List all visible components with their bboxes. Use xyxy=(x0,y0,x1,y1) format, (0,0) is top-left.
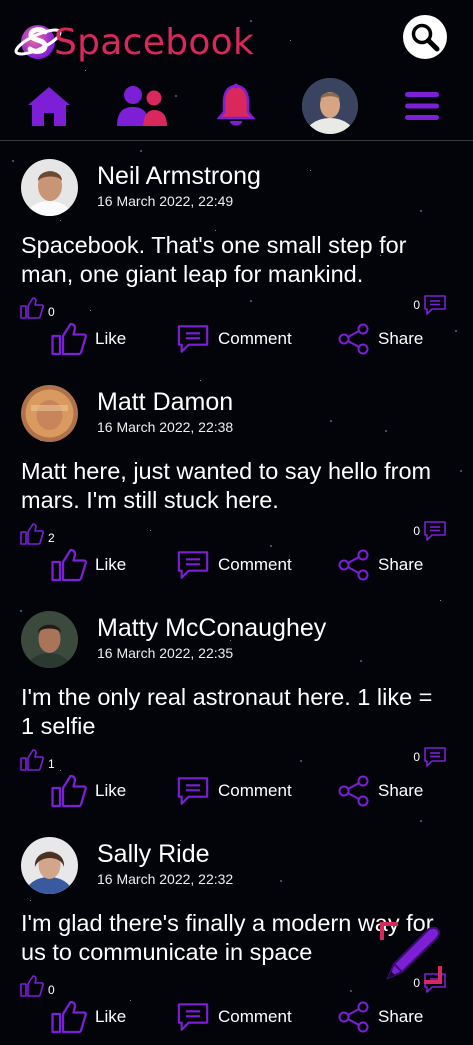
author-name[interactable]: Matty McConaughey xyxy=(97,614,326,643)
post-timestamp: 16 March 2022, 22:49 xyxy=(97,193,234,209)
comment-label: Comment xyxy=(218,1007,292,1026)
nav-profile[interactable] xyxy=(301,78,359,134)
search-button[interactable] xyxy=(403,15,447,59)
comment-small-icon xyxy=(424,295,446,315)
thumbs-up-small-icon xyxy=(20,523,44,545)
brand-name: Spacebook xyxy=(54,22,255,63)
bell-icon xyxy=(217,83,255,126)
like-count-value: 2 xyxy=(48,531,55,545)
author-name[interactable]: Matt Damon xyxy=(97,388,233,417)
comment-count-value: 0 xyxy=(413,298,420,312)
like-count-value: 1 xyxy=(48,757,55,771)
thumbs-up-icon xyxy=(51,322,87,356)
post-timestamp: 16 March 2022, 22:35 xyxy=(97,645,234,661)
app-header: Spacebook xyxy=(0,0,473,141)
share-icon xyxy=(338,549,369,581)
post-text: I'm the only real astronaut here. 1 like… xyxy=(21,684,433,739)
like-label: Like xyxy=(95,329,127,348)
comment-label: Comment xyxy=(218,781,292,800)
share-button[interactable]: Share xyxy=(338,999,423,1035)
post-timestamp: 16 March 2022, 22:32 xyxy=(97,871,234,887)
share-icon xyxy=(338,323,369,355)
like-label: Like xyxy=(95,1007,127,1026)
post-card: Neil Armstrong 16 March 2022, 22:49 Spac… xyxy=(0,141,473,367)
post-feed: Neil Armstrong 16 March 2022, 22:49 Spac… xyxy=(0,141,473,1045)
post-timestamp: 16 March 2022, 22:38 xyxy=(97,419,234,435)
like-button[interactable]: Like xyxy=(51,321,126,357)
profile-avatar xyxy=(302,78,358,134)
share-icon xyxy=(338,775,369,807)
post-actions: Like Comment Share xyxy=(0,321,473,357)
author-avatar[interactable] xyxy=(21,385,78,442)
comment-icon xyxy=(177,1003,209,1031)
thumbs-up-icon xyxy=(51,774,87,808)
pen-icon xyxy=(380,922,442,984)
like-count: 0 xyxy=(20,297,55,319)
comment-button[interactable]: Comment xyxy=(176,321,292,357)
comment-icon xyxy=(177,551,209,579)
share-button[interactable]: Share xyxy=(338,547,423,583)
like-count-value: 0 xyxy=(48,305,55,319)
like-count: 2 xyxy=(20,523,55,545)
author-avatar[interactable] xyxy=(21,837,78,894)
comment-count-value: 0 xyxy=(413,750,420,764)
share-button[interactable]: Share xyxy=(338,773,423,809)
like-label: Like xyxy=(95,781,127,800)
home-icon xyxy=(28,87,70,126)
author-name[interactable]: Neil Armstrong xyxy=(97,162,261,191)
new-post-button[interactable] xyxy=(378,920,444,986)
post-actions: Like Comment Share xyxy=(0,999,473,1035)
post-actions: Like Comment Share xyxy=(0,547,473,583)
comment-icon xyxy=(177,777,209,805)
author-avatar[interactable] xyxy=(21,611,78,668)
like-button[interactable]: Like xyxy=(51,773,126,809)
spacebook-logo[interactable]: Spacebook xyxy=(14,18,254,64)
comment-count: 0 xyxy=(413,746,447,768)
like-label: Like xyxy=(95,555,127,574)
nav-notifications[interactable] xyxy=(215,78,257,134)
thumbs-up-small-icon xyxy=(20,297,44,319)
menu-icon xyxy=(405,92,439,120)
post-text: Spacebook. That's one small step for man… xyxy=(21,232,407,287)
nav-menu[interactable] xyxy=(402,78,442,134)
post-actions: Like Comment Share xyxy=(0,773,473,809)
comment-button[interactable]: Comment xyxy=(176,999,292,1035)
share-icon xyxy=(338,1001,369,1033)
share-label: Share xyxy=(378,555,424,574)
thumbs-up-small-icon xyxy=(20,975,44,997)
author-name[interactable]: Sally Ride xyxy=(97,840,210,869)
comment-count: 0 xyxy=(413,520,447,542)
friends-icon xyxy=(117,86,167,126)
like-count: 0 xyxy=(20,975,55,997)
nav-home[interactable] xyxy=(24,78,74,134)
share-label: Share xyxy=(378,781,424,800)
comment-count-value: 0 xyxy=(413,524,420,538)
comment-button[interactable]: Comment xyxy=(176,773,292,809)
like-count: 1 xyxy=(20,749,55,771)
post-card: Matty McConaughey 16 March 2022, 22:35 I… xyxy=(0,593,473,819)
like-count-value: 0 xyxy=(48,983,55,997)
share-label: Share xyxy=(378,329,424,348)
comment-count: 0 xyxy=(413,294,447,316)
comment-small-icon xyxy=(424,521,446,541)
comment-label: Comment xyxy=(218,555,292,574)
comment-button[interactable]: Comment xyxy=(176,547,292,583)
author-avatar[interactable] xyxy=(21,159,78,216)
main-nav xyxy=(0,78,473,134)
post-card: Matt Damon 16 March 2022, 22:38 Matt her… xyxy=(0,367,473,593)
comment-icon xyxy=(177,325,209,353)
like-button[interactable]: Like xyxy=(51,999,126,1035)
post-text: Matt here, just wanted to say hello from… xyxy=(21,458,432,513)
share-label: Share xyxy=(378,1007,424,1026)
like-button[interactable]: Like xyxy=(51,547,126,583)
thumbs-up-icon xyxy=(51,548,87,582)
thumbs-up-icon xyxy=(51,1000,87,1034)
comment-small-icon xyxy=(424,747,446,767)
comment-label: Comment xyxy=(218,329,292,348)
nav-friends[interactable] xyxy=(115,78,169,134)
share-button[interactable]: Share xyxy=(338,321,423,357)
thumbs-up-small-icon xyxy=(20,749,44,771)
search-icon xyxy=(411,23,440,52)
